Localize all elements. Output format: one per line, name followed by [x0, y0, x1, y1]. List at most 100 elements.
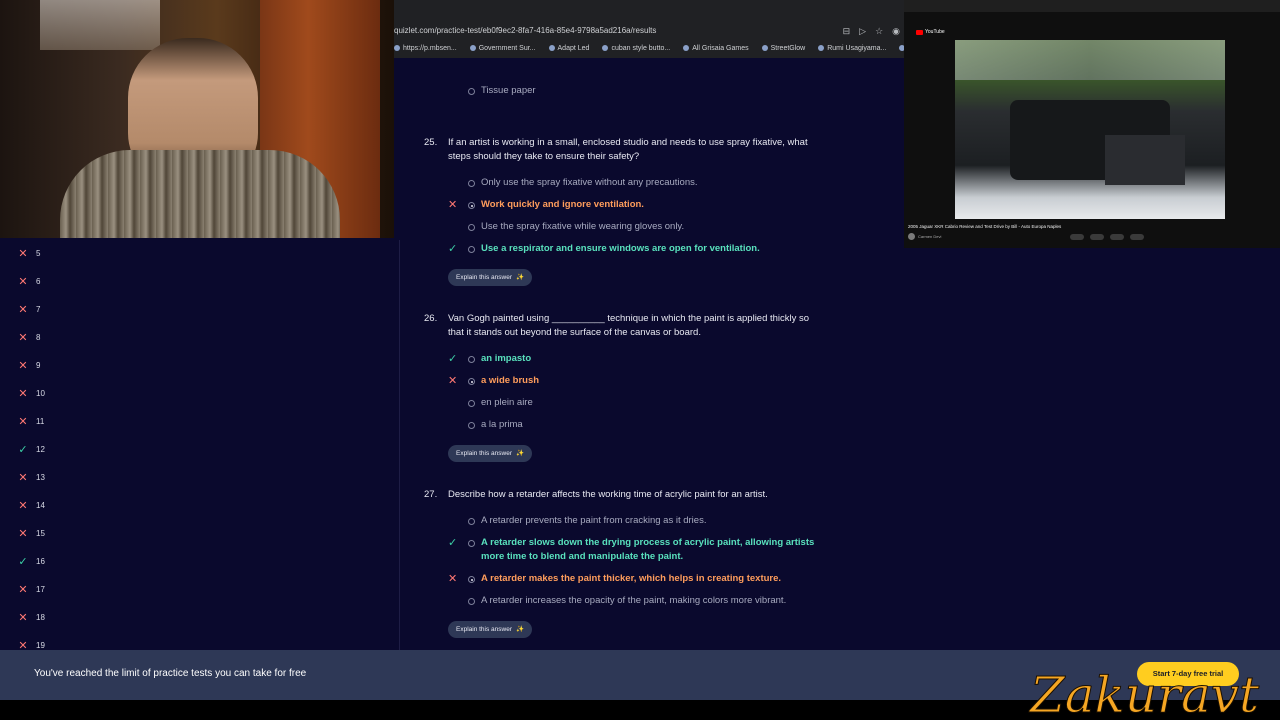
- cross-icon: ✕: [18, 275, 28, 288]
- webcam-overlay: [0, 0, 394, 238]
- question-number: 14: [36, 500, 45, 510]
- explain-answer-button[interactable]: Explain this answer ✨: [448, 445, 533, 462]
- answer-option[interactable]: ✓ Use a respirator and ensure windows are…: [424, 242, 824, 256]
- bookmark-favicon-icon: [683, 45, 690, 51]
- question-number: 18: [36, 612, 45, 622]
- sidebar-question-15[interactable]: ✕ 15: [18, 525, 45, 541]
- sidebar-question-12[interactable]: ✓ 12: [18, 441, 45, 457]
- sidebar-question-5[interactable]: ✕ 5: [18, 245, 40, 261]
- bookmark-item[interactable]: Government Sur...: [469, 42, 536, 54]
- sidebar-question-6[interactable]: ✕ 6: [18, 273, 40, 289]
- radio-icon: [468, 378, 475, 385]
- previous-option[interactable]: Tissue paper: [424, 84, 536, 98]
- question-number: 8: [36, 332, 41, 342]
- radio-icon: [468, 356, 475, 363]
- bookmark-item[interactable]: All Grisaia Games: [683, 42, 749, 54]
- sidebar-question-10[interactable]: ✕ 10: [18, 385, 45, 401]
- results-content: Tissue paper 25. If an artist is working …: [400, 58, 904, 650]
- bookmark-item[interactable]: cuban style butto...: [602, 42, 670, 54]
- question-sidebar: ✕ 5 ✕ 6 ✕ 7 ✕ 8 ✕ 9 ✕ 10 ✕ 11 ✓ 12 ✕ 13 ✕ 14 ✕ 15 ✓ 16 ✕ 17 ✕ 18 ✕ 19: [0, 240, 400, 652]
- share-button[interactable]: [1090, 234, 1104, 240]
- url-text: quizlet.com/practice-test/eb0f9ec2-8fa7-…: [394, 26, 657, 35]
- answer-option[interactable]: a la prima: [424, 418, 824, 432]
- question-text: 25. If an artist is working in a small, e…: [424, 137, 808, 162]
- answer-option[interactable]: Only use the spray fixative without any …: [424, 176, 824, 190]
- radio-icon: [468, 246, 475, 253]
- question-number: 6: [36, 276, 41, 286]
- answer-option[interactable]: Use the spray fixative while wearing glo…: [424, 220, 824, 234]
- check-icon: ✓: [18, 443, 28, 456]
- cross-icon: ✕: [18, 611, 28, 624]
- screen: quizlet.com/practice-test/eb0f9ec2-8fa7-…: [0, 0, 1280, 720]
- check-icon: ✓: [448, 537, 458, 549]
- bookmark-favicon-icon: [818, 45, 825, 51]
- question-number: 25.: [424, 137, 438, 148]
- bookmark-item[interactable]: StreetGlow: [761, 42, 805, 54]
- explain-answer-button[interactable]: Explain this answer ✨: [448, 621, 533, 638]
- radio-icon: [468, 202, 475, 209]
- like-button[interactable]: [1070, 234, 1084, 240]
- extension-icon[interactable]: ◉: [892, 24, 900, 38]
- question-number: 12: [36, 444, 45, 454]
- limit-message: You've reached the limit of practice tes…: [34, 668, 307, 679]
- background-shelf: [40, 0, 160, 50]
- cross-icon: ✕: [18, 471, 28, 484]
- youtube-overlay: YouTube 2005 Jaguar XKR Cabrio Review an…: [904, 0, 1280, 248]
- sidebar-question-9[interactable]: ✕ 9: [18, 357, 40, 373]
- check-icon: ✓: [448, 353, 458, 365]
- sparkle-icon: ✨: [516, 626, 525, 633]
- play-logo-icon: [916, 29, 923, 35]
- bookmark-favicon-icon: [469, 45, 476, 51]
- address-bar[interactable]: quizlet.com/practice-test/eb0f9ec2-8fa7-…: [394, 24, 904, 38]
- answer-option[interactable]: A retarder increases the opacity of the …: [424, 594, 824, 608]
- question-25: 25. If an artist is working in a small, e…: [424, 136, 824, 256]
- bookmark-favicon-icon: [394, 45, 400, 51]
- bookmark-star-icon[interactable]: ☆: [875, 24, 883, 38]
- question-number: 27.: [424, 489, 438, 500]
- bookmark-item[interactable]: Rumi Usagiyama...: [818, 42, 886, 54]
- cross-icon: ✕: [18, 527, 28, 540]
- question-number: 15: [36, 528, 45, 538]
- question-number: 16: [36, 556, 45, 566]
- answer-option[interactable]: en plein aire: [424, 396, 824, 410]
- cross-icon: ✕: [448, 375, 458, 387]
- radio-icon: [468, 422, 475, 429]
- question-number: 11: [36, 416, 45, 426]
- sidebar-question-13[interactable]: ✕ 13: [18, 469, 45, 485]
- install-icon[interactable]: ⊟: [843, 24, 851, 38]
- answer-option[interactable]: A retarder prevents the paint from crack…: [424, 514, 824, 528]
- bookmark-item[interactable]: Adapt Led: [548, 42, 589, 54]
- sidebar-question-17[interactable]: ✕ 17: [18, 581, 45, 597]
- bookmark-favicon-icon: [761, 45, 768, 51]
- sidebar-question-14[interactable]: ✕ 14: [18, 497, 45, 513]
- sidebar-question-11[interactable]: ✕ 11: [18, 413, 44, 429]
- answer-option[interactable]: ✓ an impasto: [424, 352, 824, 366]
- answer-option[interactable]: ✕ Work quickly and ignore ventilation.: [424, 198, 824, 212]
- youtube-logo[interactable]: YouTube: [916, 29, 945, 35]
- cross-icon: ✕: [448, 573, 458, 585]
- question-number: 7: [36, 304, 41, 314]
- video-player[interactable]: [955, 40, 1225, 219]
- answer-option[interactable]: ✕ a wide brush: [424, 374, 824, 388]
- radio-icon: [468, 88, 475, 95]
- bookmark-favicon-icon: [548, 45, 555, 51]
- question-number: 9: [36, 360, 41, 370]
- cross-icon: ✕: [18, 499, 28, 512]
- sidebar-question-7[interactable]: ✕ 7: [18, 301, 40, 317]
- cross-icon: ✕: [18, 387, 28, 400]
- sparkle-icon: ✨: [516, 274, 525, 281]
- car-hood: [955, 40, 1225, 80]
- answer-option[interactable]: ✕ A retarder makes the paint thicker, whi…: [424, 572, 824, 586]
- bookmarks-bar: https://p.mbsen... Government Sur... Adapt…: [394, 42, 904, 54]
- sidebar-question-18[interactable]: ✕ 18: [18, 609, 45, 625]
- cast-icon[interactable]: ▷: [859, 24, 866, 38]
- answer-option[interactable]: ✓ A retarder slows down the drying proces…: [424, 536, 824, 564]
- bookmark-item[interactable]: https://p.mbsen...: [394, 42, 457, 54]
- download-button[interactable]: [1110, 234, 1124, 240]
- more-button[interactable]: [1130, 234, 1144, 240]
- sidebar-question-16[interactable]: ✓ 16: [18, 553, 45, 569]
- engine-cover: [1105, 135, 1185, 185]
- sidebar-question-8[interactable]: ✕ 8: [18, 329, 40, 345]
- explain-answer-button[interactable]: Explain this answer ✨: [448, 269, 533, 286]
- channel-info[interactable]: Carmen Devi: [908, 233, 941, 240]
